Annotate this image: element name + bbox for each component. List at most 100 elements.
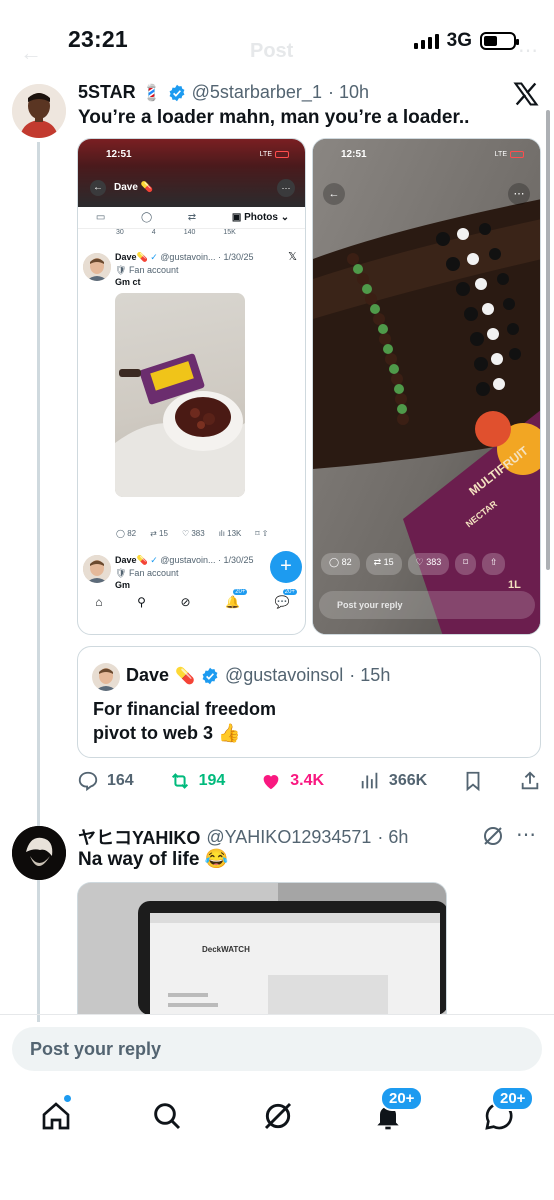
avatar[interactable] (83, 253, 111, 281)
reply-tab-icon[interactable]: ◯ (141, 212, 152, 223)
reply-author-handle[interactable]: @YAHIKO12934571 (206, 827, 371, 848)
views-button[interactable]: 366K (359, 770, 427, 792)
quoted-author-line: Dave 💊 @gustavoinsol · 15h (126, 665, 390, 686)
profile-header-name: Dave 💊 (114, 182, 154, 193)
reply-input[interactable]: Post your reply (12, 1027, 542, 1071)
thread-connector (37, 142, 40, 1022)
nav-notifications[interactable]: 20+ (366, 1086, 424, 1138)
messages-badge: 20+ (491, 1086, 535, 1111)
post-time: · 10h (327, 82, 369, 102)
mini-status-time: 12:51 (106, 149, 132, 160)
more-icon[interactable]: ⋯ (277, 179, 295, 197)
search-icon[interactable]: ⚲ (137, 595, 146, 609)
bookmark-button[interactable] (462, 770, 484, 792)
post-text: You’re a loader mahn, man you’re a loade… (78, 107, 470, 128)
quoted-post-time: · 15h (349, 665, 391, 685)
reply-count: 164 (107, 772, 134, 789)
author-handle[interactable]: @5starbarber_1 (192, 82, 322, 103)
reply-post-time: · 6h (377, 826, 409, 847)
bookmark-pill[interactable]: ⌑ (455, 553, 476, 575)
avatar[interactable] (12, 826, 66, 880)
photo[interactable] (115, 293, 245, 497)
avatar[interactable] (92, 663, 120, 691)
battery-icon (480, 32, 519, 50)
mini-status-network: LTE (260, 151, 289, 158)
nav-grok[interactable] (256, 1094, 300, 1138)
views-icon (361, 772, 378, 789)
media-image-left[interactable]: 12:51 LTE ← Dave 💊 ⋯ ▭ ◯ ⇄ ▣ Photos ⌄ 30… (77, 138, 306, 635)
share-button[interactable] (519, 770, 541, 792)
grok-icon[interactable] (481, 824, 505, 848)
back-arrow-icon[interactable]: ← (90, 180, 106, 196)
scrollbar[interactable] (546, 110, 550, 570)
fan-account-badge: 🛡 Fan account (115, 568, 179, 578)
like-count-pill[interactable]: ♡ 383 (407, 553, 450, 575)
reply-icon (78, 771, 98, 792)
verified-badge-icon (169, 84, 185, 101)
like-button[interactable]: 3.4K (260, 770, 324, 792)
juice-size: 1L (508, 579, 521, 591)
bell-icon[interactable]: 🔔 20+ (225, 589, 248, 609)
divider (0, 1014, 554, 1015)
quoted-author-name[interactable]: Dave (126, 665, 169, 686)
home-icon (42, 1102, 70, 1130)
notifications-badge: 20+ (380, 1086, 424, 1111)
nav-messages[interactable]: 20+ (477, 1086, 535, 1138)
verified-badge-icon (202, 667, 218, 684)
home-icon[interactable]: ⌂ (95, 595, 102, 609)
media-image-right[interactable]: 12:51 LTE ← ⋯ MULTIFRUIT NECTAR 1L ◯ 82 … (312, 138, 541, 635)
reply-count-pill[interactable]: ◯ 82 (321, 553, 360, 575)
share-pill[interactable]: ⇧ (481, 553, 506, 575)
media-tab-icon[interactable]: ▭ (96, 212, 105, 223)
like-count: 3.4K (290, 772, 325, 789)
more-options-icon[interactable]: ⋯ (518, 38, 538, 63)
quoted-text-line1: For financial freedom (93, 699, 277, 719)
signal-icon (413, 33, 439, 49)
compose-button[interactable]: + (270, 551, 302, 583)
quoted-author-handle[interactable]: @gustavoinsol (225, 665, 343, 686)
nav-home[interactable] (34, 1094, 78, 1138)
reply-media-image[interactable]: DeckWATCH (77, 882, 447, 1014)
back-arrow-icon[interactable]: ← (20, 40, 42, 66)
reply-author-name[interactable]: ヤヒコYAHIKO (78, 824, 200, 850)
back-arrow-icon[interactable]: ← (323, 183, 345, 205)
mini-bottom-nav: ⌂ ⚲ ⊘ 🔔 20+ 💬 20+ (78, 589, 305, 615)
grok-icon[interactable]: ⊘ (181, 595, 191, 609)
mini-status-time: 12:51 (341, 149, 367, 160)
nav-search[interactable] (145, 1094, 189, 1138)
avatar[interactable] (83, 555, 111, 583)
view-count: 366K (388, 772, 428, 789)
tweet-header: Dave💊 ✓ @gustavoin... · 1/30/25 (115, 555, 254, 565)
quoted-post[interactable]: Dave 💊 @gustavoinsol · 15h For financial… (77, 646, 541, 758)
repost-tab-icon[interactable]: ⇄ (188, 212, 196, 223)
more-options-icon[interactable]: ⋯ (516, 822, 536, 847)
repost-count: 194 (198, 772, 226, 789)
mini-status-network: LTE (495, 151, 524, 158)
repost-button[interactable]: 194 (169, 770, 226, 792)
bookmark-icon (466, 771, 480, 792)
repost-count-pill[interactable]: ⇄ 15 (365, 553, 402, 575)
messages-icon[interactable]: 💬 20+ (275, 589, 297, 609)
reply-button[interactable]: 164 (77, 770, 134, 792)
repost-icon (171, 773, 188, 789)
quoted-text-line2: pivot to web 3 👍 (93, 723, 241, 743)
heart-icon (263, 775, 279, 790)
status-time: 23:21 (68, 26, 128, 52)
post-action-bar: 164 194 3.4K 366K (77, 766, 541, 796)
status-indicators: 3G (413, 30, 519, 52)
tweet-stats: ◯ 82 ⇄ 15 ♡ 383 ılı 13K ⌑ ⇧ (116, 529, 269, 538)
search-icon (154, 1103, 181, 1130)
grok-icon (264, 1102, 292, 1130)
reply-author-line: ヤヒコYAHIKO @YAHIKO12934571 · 6h (78, 824, 408, 850)
x-logo-icon: 𝕏 (288, 251, 297, 263)
more-icon[interactable]: ⋯ (508, 183, 530, 205)
overlay-reply-input[interactable]: Post your reply (319, 591, 535, 619)
avatar[interactable] (12, 84, 66, 138)
x-logo-icon[interactable] (512, 80, 540, 108)
tweet-text: Gm ct (115, 277, 141, 287)
photos-tab[interactable]: ▣ Photos ⌄ (232, 212, 289, 223)
reply-text: Na way of life 😂 (78, 849, 229, 870)
author-name[interactable]: 5STAR (78, 82, 136, 103)
screen-brand: DeckWATCH (202, 945, 250, 954)
tweet-header: Dave💊 ✓ @gustavoin... · 1/30/25 (115, 252, 254, 262)
